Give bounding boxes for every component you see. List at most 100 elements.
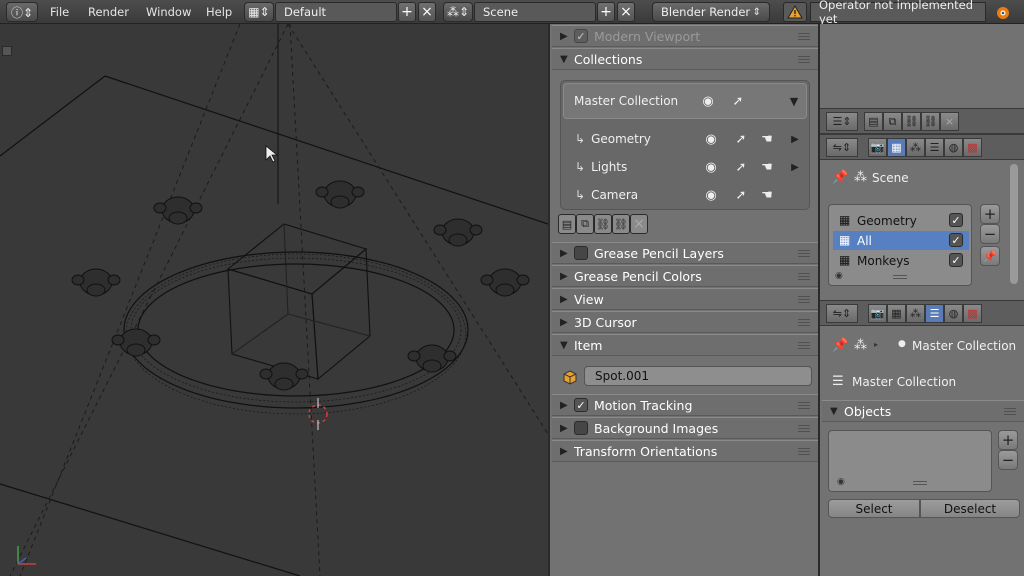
add-layout-button[interactable]: + <box>398 2 416 22</box>
texture-tab-icon[interactable]: ▩ <box>963 138 982 157</box>
remove-layout-button[interactable]: × <box>418 2 436 22</box>
menu-dropdown-button[interactable]: ☰⇕ <box>826 112 858 131</box>
drag-grip-icon[interactable] <box>798 402 810 410</box>
world-tab-icon[interactable]: ◍ <box>944 138 963 157</box>
pin-icon[interactable]: 📌 <box>832 338 848 353</box>
modern-viewport-checkbox[interactable]: ✓ <box>574 29 588 43</box>
drag-grip-icon[interactable] <box>1004 408 1016 416</box>
render-layers-tab-icon[interactable]: ▦ <box>887 138 906 157</box>
collection-tab-icon[interactable]: ☰ <box>925 304 944 323</box>
texture-tab-icon[interactable]: ▩ <box>963 304 982 323</box>
select-button[interactable]: Select <box>828 499 920 518</box>
scene-tab-icon[interactable]: ⁂ <box>906 304 925 323</box>
pin-icon[interactable]: 📌 <box>832 170 848 185</box>
drag-grip-icon[interactable] <box>798 273 810 281</box>
panel-view[interactable]: ▶ View <box>552 288 818 310</box>
layer-enabled-checkbox[interactable]: ✓ <box>949 233 963 247</box>
delete-collection-button[interactable]: × <box>630 214 648 234</box>
layer-enabled-checkbox[interactable]: ✓ <box>949 213 963 227</box>
hand-icon[interactable]: ☚ <box>759 159 775 175</box>
panel-grease-pencil-layers[interactable]: ▶ Grease Pencil Layers <box>552 242 818 264</box>
world-tab-icon[interactable]: ◍ <box>944 304 963 323</box>
remove-object-button[interactable]: − <box>998 450 1018 470</box>
unlink-collection-button[interactable]: ⛓ <box>594 214 612 234</box>
scene-selector-button[interactable]: ⁂⇕ <box>443 2 473 22</box>
panel-modern-viewport[interactable]: ▶ ✓ Modern Viewport <box>552 25 818 47</box>
list-filter-icon[interactable]: ◉ <box>835 271 843 281</box>
new-collection-button[interactable]: ▤ <box>558 214 576 234</box>
layout-selector-button[interactable]: ▦⇕ <box>244 2 274 22</box>
drag-grip-icon[interactable] <box>798 56 810 64</box>
background-images-checkbox[interactable] <box>574 421 588 435</box>
info-editor-button[interactable]: ⓘ⇕ <box>6 2 38 22</box>
link-collection-button[interactable]: ⧉ <box>883 112 902 131</box>
master-collection-row[interactable]: Master Collection ◉ ➚ ▼ <box>563 83 807 119</box>
layer-enabled-checkbox[interactable]: ✓ <box>949 253 963 267</box>
collection-row-lights[interactable]: ↳ Lights ◉ ➚ ☚ ▶ <box>575 155 805 179</box>
cursor-select-icon[interactable]: ➚ <box>733 159 749 175</box>
collection-row-camera[interactable]: ↳ Camera ◉ ➚ ☚ <box>575 183 805 207</box>
deselect-button[interactable]: Deselect <box>920 499 1020 518</box>
panel-motion-tracking[interactable]: ▶ ✓ Motion Tracking <box>552 394 818 416</box>
render-layers-tab-icon[interactable]: ▦ <box>887 304 906 323</box>
panel-transform-orientations[interactable]: ▶ Transform Orientations <box>552 440 818 462</box>
3d-viewport[interactable] <box>0 24 548 576</box>
delete-collection-button[interactable]: × <box>940 112 959 131</box>
play-triangle-icon[interactable]: ▶ <box>787 159 803 175</box>
hand-icon[interactable]: ☚ <box>759 131 775 147</box>
play-triangle-icon[interactable]: ▶ <box>787 131 803 147</box>
eye-icon[interactable]: ◉ <box>703 131 719 147</box>
new-collection-button[interactable]: ▤ <box>864 112 883 131</box>
list-resize-grip[interactable] <box>893 275 907 279</box>
list-item[interactable]: ▦ Geometry ✓ <box>833 211 969 230</box>
eye-icon[interactable]: ◉ <box>703 187 719 203</box>
nest-collection-button[interactable]: ⛓ <box>921 112 940 131</box>
list-resize-grip[interactable] <box>913 481 927 485</box>
panel-objects[interactable]: ▼ Objects <box>822 400 1024 422</box>
object-name-field[interactable]: Spot.001 <box>584 366 812 386</box>
list-item[interactable]: ▦ All ✓ <box>833 231 969 250</box>
nest-collection-button[interactable]: ⛓ <box>612 214 630 234</box>
collection-tab-icon[interactable]: ☰ <box>925 138 944 157</box>
scene-tab-icon[interactable]: ⁂ <box>906 138 925 157</box>
add-object-button[interactable]: + <box>998 430 1018 450</box>
list-item[interactable]: ▦ Monkeys ✓ <box>833 251 969 270</box>
menu-render[interactable]: Render <box>80 5 137 19</box>
drag-grip-icon[interactable] <box>798 425 810 433</box>
drag-grip-icon[interactable] <box>798 33 810 41</box>
unlink-collection-button[interactable]: ⛓ <box>902 112 921 131</box>
drag-grip-icon[interactable] <box>798 448 810 456</box>
menu-window[interactable]: Window <box>138 5 199 19</box>
render-engine-dropdown[interactable]: Blender Render ⇕ <box>652 2 770 22</box>
menu-help[interactable]: Help <box>198 5 240 19</box>
panel-background-images[interactable]: ▶ Background Images <box>552 417 818 439</box>
scene-name-field[interactable]: Scene <box>474 2 596 22</box>
drag-grip-icon[interactable] <box>798 319 810 327</box>
drag-grip-icon[interactable] <box>798 250 810 258</box>
collection-row-geometry[interactable]: ↳ Geometry ◉ ➚ ☚ ▶ <box>575 127 805 151</box>
list-filter-icon[interactable]: ◉ <box>837 477 845 487</box>
cursor-select-icon[interactable]: ➚ <box>733 187 749 203</box>
render-tab-icon[interactable]: 📷 <box>868 138 887 157</box>
expand-triangle-icon[interactable]: ▼ <box>786 93 802 109</box>
eye-icon[interactable]: ◉ <box>703 159 719 175</box>
panel-grease-pencil-colors[interactable]: ▶ Grease Pencil Colors <box>552 265 818 287</box>
scrollbar[interactable] <box>1010 164 1018 284</box>
panel-collections[interactable]: ▼ Collections <box>552 48 818 70</box>
cursor-select-icon[interactable]: ➚ <box>730 93 746 109</box>
pin-layer-button[interactable]: 📌 <box>980 246 1000 266</box>
motion-tracking-checkbox[interactable]: ✓ <box>574 398 588 412</box>
drag-grip-icon[interactable] <box>798 342 810 350</box>
remove-scene-button[interactable]: × <box>617 2 635 22</box>
drag-grip-icon[interactable] <box>798 296 810 304</box>
editor-type-button[interactable]: ⇋⇕ <box>826 304 858 323</box>
eye-icon[interactable]: ◉ <box>700 93 716 109</box>
grease-pencil-layers-checkbox[interactable] <box>574 246 588 260</box>
editor-type-button[interactable]: ⇋⇕ <box>826 138 858 157</box>
panel-3d-cursor[interactable]: ▶ 3D Cursor <box>552 311 818 333</box>
render-tab-icon[interactable]: 📷 <box>868 304 887 323</box>
add-layer-button[interactable]: + <box>980 204 1000 224</box>
add-scene-button[interactable]: + <box>597 2 615 22</box>
menu-file[interactable]: File <box>42 5 77 19</box>
viewport-corner-widget[interactable] <box>2 46 12 56</box>
